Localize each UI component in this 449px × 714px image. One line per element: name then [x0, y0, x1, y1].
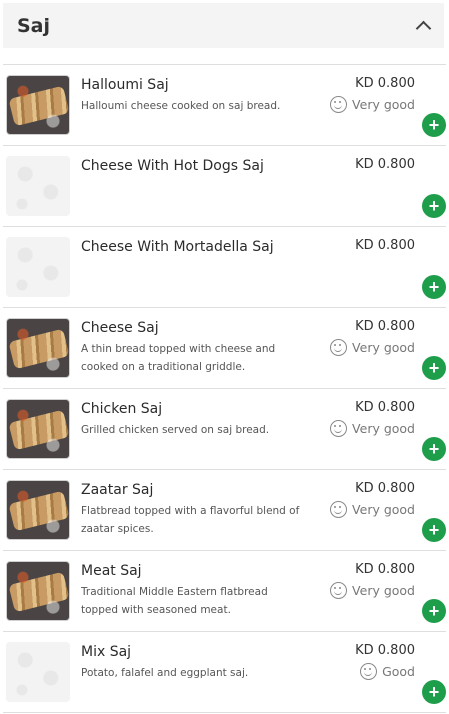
item-price: KD 0.800 — [355, 562, 415, 577]
item-description: Traditional Middle Eastern flatbread top… — [81, 586, 268, 616]
item-name: Mix Saj — [81, 644, 132, 660]
item-photo — [6, 399, 70, 459]
item-price: KD 0.800 — [355, 400, 415, 415]
plus-icon: + — [428, 358, 440, 378]
menu-item[interactable]: Cheese Saj A thin bread topped with chee… — [3, 308, 446, 389]
item-name: Chicken Saj — [81, 401, 163, 417]
item-photo — [6, 561, 70, 621]
add-item-button[interactable]: + — [422, 113, 446, 137]
item-photo — [6, 75, 70, 135]
item-name: Cheese Saj — [81, 320, 159, 336]
smiley-icon — [360, 663, 378, 680]
add-item-button[interactable]: + — [422, 194, 446, 218]
rating-label: Very good — [352, 583, 415, 598]
plus-icon: + — [428, 277, 440, 297]
item-description: Grilled chicken served on saj bread. — [81, 424, 270, 436]
plus-icon: + — [428, 601, 440, 621]
item-description: A thin bread topped with cheese and cook… — [81, 343, 276, 373]
item-rating: Very good — [330, 501, 415, 518]
item-rating: Good — [360, 663, 415, 680]
rating-label: Good — [382, 664, 415, 679]
menu-item-list: Halloumi Saj Halloumi cheese cooked on s… — [0, 64, 449, 713]
rating-label: Very good — [352, 502, 415, 517]
item-photo — [6, 318, 70, 378]
placeholder-image — [6, 156, 70, 216]
add-item-button[interactable]: + — [422, 599, 446, 623]
add-item-button[interactable]: + — [422, 356, 446, 380]
section-header[interactable]: Saj — [3, 3, 444, 48]
item-name: Halloumi Saj — [81, 77, 169, 93]
menu-item[interactable]: Cheese With Hot Dogs Saj KD 0.800 + — [3, 146, 446, 227]
plus-icon: + — [428, 520, 440, 540]
section-title: Saj — [17, 14, 51, 37]
menu-item[interactable]: Cheese With Mortadella Saj KD 0.800 + — [3, 227, 446, 308]
item-description: Potato, falafel and eggplant saj. — [81, 667, 249, 679]
item-price: KD 0.800 — [355, 238, 415, 253]
plus-icon: + — [428, 682, 440, 702]
item-name: Zaatar Saj — [81, 482, 154, 498]
item-price: KD 0.800 — [355, 157, 415, 172]
item-name: Cheese With Hot Dogs Saj — [81, 158, 264, 174]
placeholder-image — [6, 642, 70, 702]
item-rating: Very good — [330, 96, 415, 113]
smiley-icon — [330, 420, 348, 437]
item-price: KD 0.800 — [355, 76, 415, 91]
menu-item[interactable]: Halloumi Saj Halloumi cheese cooked on s… — [3, 64, 446, 146]
item-description: Halloumi cheese cooked on saj bread. — [81, 100, 281, 112]
plus-icon: + — [428, 115, 440, 135]
item-price: KD 0.800 — [355, 643, 415, 658]
add-item-button[interactable]: + — [422, 275, 446, 299]
item-price: KD 0.800 — [355, 319, 415, 334]
smiley-icon — [330, 501, 348, 518]
placeholder-image — [6, 237, 70, 297]
item-price: KD 0.800 — [355, 481, 415, 496]
menu-item[interactable]: Meat Saj Traditional Middle Eastern flat… — [3, 551, 446, 632]
plus-icon: + — [428, 196, 440, 216]
add-item-button[interactable]: + — [422, 680, 446, 704]
menu-item[interactable]: Chicken Saj Grilled chicken served on sa… — [3, 389, 446, 470]
menu-item[interactable]: Zaatar Saj Flatbread topped with a flavo… — [3, 470, 446, 551]
plus-icon: + — [428, 439, 440, 459]
smiley-icon — [330, 339, 348, 356]
add-item-button[interactable]: + — [422, 437, 446, 461]
item-description: Flatbread topped with a flavorful blend … — [81, 505, 300, 535]
item-rating: Very good — [330, 339, 415, 356]
smiley-icon — [330, 96, 348, 113]
menu-item[interactable]: Mix Saj Potato, falafel and eggplant saj… — [3, 632, 446, 713]
item-name: Meat Saj — [81, 563, 142, 579]
item-name: Cheese With Mortadella Saj — [81, 239, 274, 255]
item-rating: Very good — [330, 582, 415, 599]
chevron-up-icon[interactable] — [416, 19, 430, 33]
item-rating: Very good — [330, 420, 415, 437]
add-item-button[interactable]: + — [422, 518, 446, 542]
rating-label: Very good — [352, 421, 415, 436]
rating-label: Very good — [352, 97, 415, 112]
rating-label: Very good — [352, 340, 415, 355]
item-photo — [6, 480, 70, 540]
smiley-icon — [330, 582, 348, 599]
